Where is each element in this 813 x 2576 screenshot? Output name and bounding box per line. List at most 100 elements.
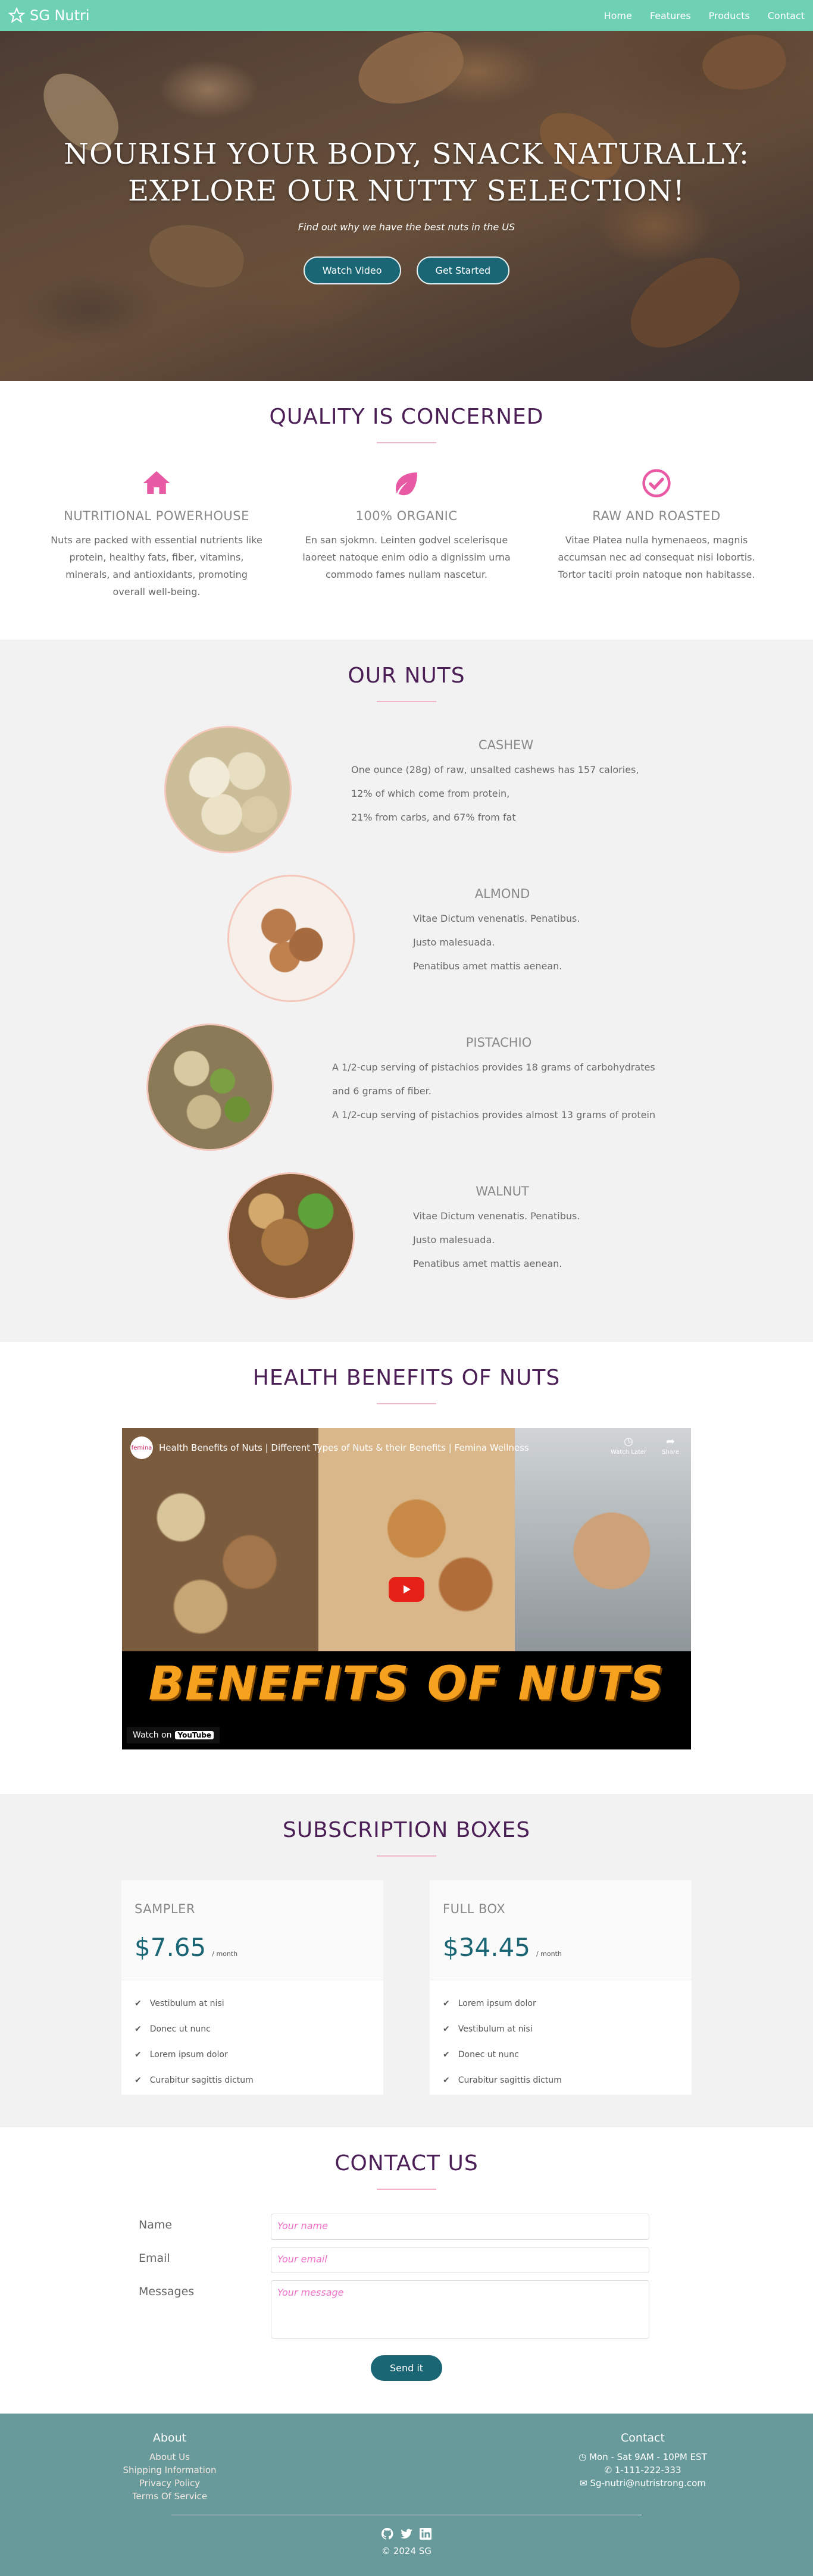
watch-video-button[interactable]: Watch Video [303, 256, 401, 284]
channel-logo[interactable]: femina [130, 1436, 153, 1459]
video-thumb-panel [122, 1428, 318, 1651]
email-input[interactable]: Your email [271, 2247, 649, 2273]
nut-line: Penatibus amet mattis aenean. [413, 1258, 562, 1269]
play-button[interactable] [389, 1577, 424, 1602]
linkedin-icon[interactable] [418, 2527, 433, 2541]
plan-feature-label: Donec ut nunc [149, 2024, 211, 2034]
feature-title: RAW AND ROASTED [592, 509, 721, 523]
nut-line: A 1/2-cup serving of pistachios provides… [332, 1062, 655, 1073]
nut-line: Penatibus amet mattis aenean. [413, 960, 562, 972]
footer-email[interactable]: Sg-nutri@nutristrong.com [590, 2478, 705, 2489]
plan-feature-label: Curabitur sagittis dictum [149, 2076, 254, 2085]
check-icon: ✔ [443, 2050, 450, 2059]
check-icon: ✔ [135, 1999, 142, 2008]
home-icon [143, 471, 170, 494]
plan-price-row: $34.45 / month [443, 1933, 678, 1962]
quality-section: QUALITY IS CONCERNED NUTRITIONAL POWERHO… [0, 381, 813, 640]
plan-feature: ✔ Vestibulum at nisi [135, 1991, 370, 2017]
feature-raw-roasted: RAW AND ROASTED Vitae Platea nulla hymen… [549, 467, 764, 600]
plan-feature: ✔ Vestibulum at nisi [443, 2017, 678, 2042]
form-row-email: Email Your email [139, 2247, 674, 2273]
check-icon: ✔ [443, 2076, 450, 2085]
nut-name: ALMOND [474, 887, 530, 901]
github-icon[interactable] [380, 2527, 395, 2541]
plan-feature-label: Donec ut nunc [458, 2050, 519, 2059]
health-heading: HEALTH BENEFITS OF NUTS [252, 1366, 561, 1390]
walnut-image [227, 1172, 355, 1300]
brand-name: SG Nutri [30, 7, 90, 24]
check-icon: ✔ [135, 2024, 142, 2034]
share-icon: ➦ [666, 1435, 676, 1448]
footer-link-about[interactable]: About Us [101, 2450, 238, 2464]
nav-link-home[interactable]: Home [604, 10, 632, 21]
pricing-cards: SAMPLER $7.65 / month ✔ Vestibulum at nisi… [0, 1880, 813, 2095]
feature-organic: 100% ORGANIC En san sjokmn. Leinten godv… [299, 467, 514, 600]
nut-text: WALNUT Vitae Dictum venenatis. Penatibus… [413, 1184, 592, 1276]
watch-later-button[interactable]: ◷ Watch Later [611, 1435, 646, 1456]
plan-price: $34.45 [443, 1933, 530, 1962]
clock-icon: ◷ [579, 2452, 590, 2462]
plan-card-full-box[interactable]: FULL BOX $34.45 / month ✔ Lorem ipsum dolo… [430, 1880, 692, 2095]
nut-line: Vitae Dictum venenatis. Penatibus. [413, 913, 580, 924]
divider [377, 442, 436, 443]
video-title[interactable]: Health Benefits of Nuts | Different Type… [159, 1442, 529, 1453]
name-label: Name [139, 2218, 173, 2231]
email-label: Email [139, 2252, 170, 2265]
nav-link-products[interactable]: Products [709, 10, 750, 21]
nut-line: 21% from carbs, and 67% from fat [351, 812, 516, 823]
message-textarea[interactable]: Your message [271, 2280, 649, 2339]
hero-title-line2: EXPLORE OUR NUTTY SELECTION! [128, 174, 685, 208]
plan-period: / month [212, 1950, 238, 1958]
nut-line: One ounce (28g) of raw, unsalted cashews… [351, 764, 639, 775]
footer-link-terms[interactable]: Terms Of Service [101, 2490, 238, 2503]
footer-phone[interactable]: 1-111-222-333 [615, 2465, 681, 2475]
footer-link-shipping[interactable]: Shipping Information [101, 2464, 238, 2477]
hero-content: NOURISH YOUR BODY, SNACK NATURALLY: EXPL… [0, 136, 813, 284]
nut-text: CASHEW One ounce (28g) of raw, unsalted … [351, 738, 661, 830]
nav-link-features[interactable]: Features [650, 10, 691, 21]
envelope-icon: ✉ [580, 2478, 590, 2489]
nut-line: A 1/2-cup serving of pistachios provides… [332, 1109, 656, 1120]
youtube-logo: YouTube [175, 1731, 214, 1739]
nav-menu: Home Features Products Contact [604, 10, 805, 21]
plan-feature-label: Curabitur sagittis dictum [458, 2076, 562, 2085]
check-icon: ✔ [135, 2076, 142, 2085]
get-started-button[interactable]: Get Started [416, 256, 510, 284]
name-input[interactable]: Your name [271, 2214, 649, 2240]
twitter-icon[interactable] [399, 2527, 414, 2541]
hero: NOURISH YOUR BODY, SNACK NATURALLY: EXPL… [0, 0, 813, 381]
brand[interactable]: SG Nutri [8, 7, 90, 24]
nav-link-contact[interactable]: Contact [768, 10, 805, 21]
contact-heading: CONTACT US [334, 2151, 479, 2176]
navbar: SG Nutri Home Features Products Contact [0, 0, 813, 31]
plan-header: FULL BOX $34.45 / month [430, 1880, 692, 1980]
nut-line: 12% of which come from protein, [351, 788, 510, 799]
plan-price: $7.65 [135, 1933, 207, 1962]
feature-title: NUTRITIONAL POWERHOUSE [64, 509, 249, 523]
nut-line: Vitae Dictum venenatis. Penatibus. [413, 1210, 580, 1222]
feature-title: 100% ORGANIC [355, 509, 458, 523]
hero-title-line1: NOURISH YOUR BODY, SNACK NATURALLY: [63, 137, 750, 171]
plan-features: ✔ Lorem ipsum dolor ✔ Vestibulum at nisi ✔… [430, 1980, 692, 2104]
plan-card-sampler[interactable]: SAMPLER $7.65 / month ✔ Vestibulum at nisi… [121, 1880, 383, 2095]
pistachio-image [146, 1023, 274, 1151]
plan-feature-label: Vestibulum at nisi [458, 2024, 533, 2034]
video-banner-text: BENEFITS OF NUTS [148, 1657, 665, 1711]
footer-about: About About Us Shipping Information Priv… [101, 2431, 238, 2503]
nut-name: CASHEW [478, 738, 534, 752]
quality-heading: QUALITY IS CONCERNED [269, 405, 544, 429]
health-section: HEALTH BENEFITS OF NUTS BENEFITS OF NUTS… [0, 1342, 813, 1794]
send-button[interactable]: Send it [370, 2355, 443, 2381]
plan-feature-label: Vestibulum at nisi [149, 1999, 224, 2008]
video-embed[interactable]: BENEFITS OF NUTS femina Health Benefits … [122, 1428, 691, 1749]
video-thumb-panel [515, 1428, 691, 1651]
share-button[interactable]: ➦ Share [662, 1435, 679, 1456]
nut-item-walnut: WALNUT Vitae Dictum venenatis. Penatibus… [0, 1172, 813, 1321]
plan-feature-label: Lorem ipsum dolor [458, 1999, 536, 2008]
footer-about-heading: About [152, 2431, 187, 2444]
watch-later-label: Watch Later [610, 1449, 647, 1456]
nut-item-pistachio: PISTACHIO A 1/2-cup serving of pistachio… [0, 1023, 813, 1172]
watch-on-youtube[interactable]: Watch on YouTube [127, 1727, 220, 1744]
nuts-heading: OUR NUTS [348, 663, 465, 688]
footer-link-privacy[interactable]: Privacy Policy [101, 2477, 238, 2490]
